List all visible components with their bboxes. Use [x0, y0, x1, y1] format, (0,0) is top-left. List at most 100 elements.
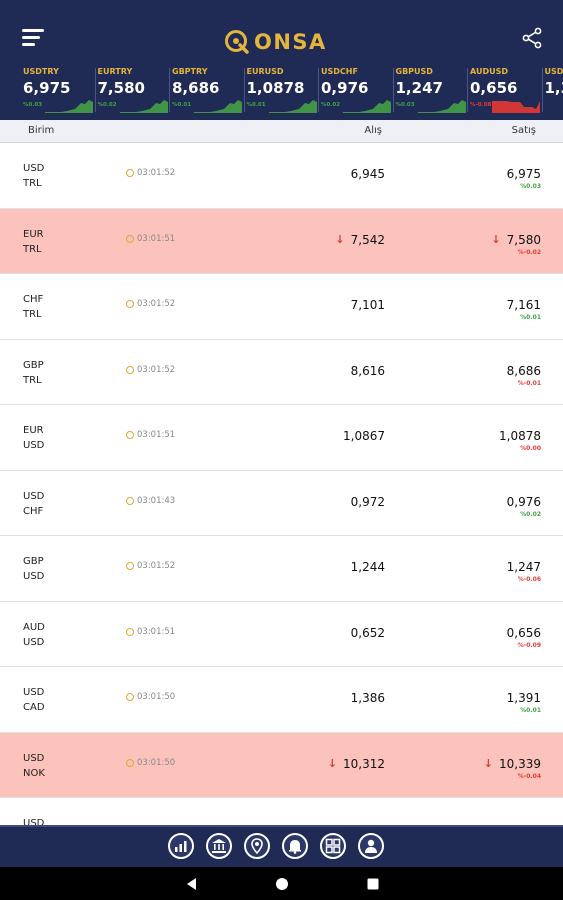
change-percent: %0.01 — [520, 707, 541, 714]
ask-value: ↓ 7,580 — [491, 233, 541, 247]
ticker-item[interactable]: GBPTRY 8,686 %0.01 — [169, 66, 247, 118]
bid-text: 1,244 — [350, 560, 385, 574]
app-header: ONSA USDTRY 6,975 %0.03 EURTRY 7,580 %0.02 GBP… — [0, 0, 563, 120]
ask-text: 8,686 — [506, 363, 541, 378]
location-icon[interactable] — [244, 833, 270, 859]
bid-text: 1,0867 — [343, 429, 385, 443]
bid-text: 0,972 — [350, 494, 385, 509]
ticker-item[interactable]: GBPUSD 1,247 %0.03 — [392, 66, 471, 118]
update-time: 03:01:52 — [126, 365, 175, 375]
change-percent: %0.03 — [520, 183, 541, 190]
bid-text: 1,386 — [350, 691, 385, 705]
back-button[interactable] — [185, 876, 199, 895]
ticker-value: 8,686 — [172, 79, 220, 97]
ticker-divider — [467, 68, 468, 112]
rate-row[interactable]: GBP TRL 03:01:52 8,616 8,686 %-0.01 — [0, 339, 563, 405]
quote-currency: CHF — [23, 505, 44, 517]
ticker-change: %-0.08 — [470, 102, 492, 108]
rate-row[interactable]: USD — [0, 798, 563, 825]
time-label: 03:01:51 — [137, 626, 176, 637]
currency-pair: GBP USD — [23, 554, 44, 584]
ticker-divider — [318, 68, 319, 112]
bid-value: 7,101 — [351, 298, 385, 312]
rate-row[interactable]: EUR USD 03:01:51 1,0867 1,0878 %0.00 — [0, 405, 563, 471]
base-currency: USD — [23, 163, 45, 174]
rate-row[interactable]: USD CHF 03:01:43 0,972 0,976 %0.02 — [0, 470, 563, 536]
ask-value: 6,975 — [507, 167, 541, 181]
rate-row[interactable]: USD TRL 03:01:52 6,945 6,975 %0.03 — [0, 143, 563, 209]
grid-icon[interactable] — [320, 833, 346, 859]
bid-value: 6,945 — [351, 167, 385, 181]
user-icon[interactable] — [358, 833, 384, 859]
time-label: 03:01:43 — [137, 495, 176, 506]
rate-row[interactable]: AUD USD 03:01:51 0,652 0,656 %-0.09 — [0, 601, 563, 667]
bid-value: 1,244 — [351, 560, 385, 574]
ticker-value: 0,656 — [470, 79, 518, 97]
sparkline-chart — [417, 100, 466, 113]
ask-text: 6,975 — [506, 167, 541, 181]
update-time: 03:01:52 — [126, 168, 175, 178]
ticker-value: 0,976 — [321, 79, 369, 97]
change-percent: %0.01 — [520, 314, 541, 321]
update-time: 03:01:43 — [126, 496, 175, 506]
ticker-symbol: GBPTRY — [172, 67, 208, 76]
bank-icon[interactable] — [206, 833, 232, 859]
rates-list[interactable]: USD TRL 03:01:52 6,945 6,975 %0.03 EUR TRL 03:01… — [0, 143, 563, 825]
ticker-symbol: USDCHF — [321, 67, 358, 76]
quote-currency: USD — [23, 440, 45, 451]
rate-row[interactable]: GBP USD 03:01:52 1,244 1,247 %-0.06 — [0, 536, 563, 602]
chart-icon[interactable] — [168, 833, 194, 859]
rate-row[interactable]: CHF TRL 03:01:52 7,101 7,161 %0.01 — [0, 274, 563, 340]
sparkline-chart — [45, 100, 93, 113]
bid-text: 7,101 — [350, 298, 385, 312]
time-label: 03:01:52 — [137, 168, 176, 178]
rate-row[interactable]: USD CAD 03:01:50 1,386 1,391 %0.01 — [0, 667, 563, 733]
ask-text: 1,247 — [506, 560, 541, 574]
base-currency: USD — [23, 490, 45, 502]
clock-icon — [126, 365, 134, 374]
share-icon[interactable] — [520, 26, 544, 50]
ticker-item[interactable]: USDTRY 6,975 %0.03 — [23, 66, 98, 118]
update-time: 03:01:52 — [126, 299, 175, 309]
ticker-divider — [541, 68, 543, 112]
ticker-item[interactable]: EURUSD 1,0878 %0.01 — [243, 66, 322, 118]
base-currency: USD — [23, 752, 45, 764]
base-currency: CHF — [23, 294, 44, 305]
recents-button[interactable] — [366, 876, 380, 895]
clock-icon — [126, 300, 134, 308]
menu-icon[interactable] — [22, 29, 46, 47]
bid-value: 1,0867 — [343, 429, 385, 443]
rate-row[interactable]: EUR TRL 03:01:51 ↓ 7,542 ↓ 7,580 %-0.02 — [0, 208, 563, 274]
ticker-divider — [392, 68, 394, 112]
bottom-nav — [0, 825, 563, 867]
clock-icon — [126, 693, 134, 701]
ticker-item[interactable]: AUDUSD 0,656 %-0.08 — [467, 66, 545, 118]
logo-q-icon — [225, 30, 249, 54]
bid-text: 8,616 — [350, 363, 385, 378]
ticker-divider — [169, 68, 170, 112]
currency-pair: USD CAD — [23, 685, 45, 715]
quote-currency: TRL — [23, 243, 42, 255]
quote-currency: TRL — [23, 309, 42, 320]
ticker-strip[interactable]: USDTRY 6,975 %0.03 EURTRY 7,580 %0.02 GBPTRY 8,… — [0, 66, 563, 118]
base-currency: USD — [23, 687, 45, 698]
ticker-item[interactable]: USDCAD 1,3 — [541, 66, 563, 118]
ticker-change: %0.02 — [321, 102, 341, 108]
update-time: 03:01:50 — [126, 692, 175, 702]
time-label: 03:01:52 — [137, 364, 176, 375]
ticker-item[interactable]: EURTRY 7,580 %0.02 — [94, 66, 173, 118]
ticker-symbol: EURTRY — [97, 67, 133, 76]
bid-value: 1,386 — [351, 691, 385, 705]
home-button[interactable] — [275, 876, 289, 895]
ticker-value: 6,975 — [23, 79, 71, 97]
quote-currency: NOK — [23, 767, 45, 779]
logo-text: ONSA — [254, 30, 327, 54]
sparkline-chart — [119, 100, 168, 113]
time-label: 03:01:51 — [137, 233, 176, 244]
ticker-item[interactable]: USDCHF 0,976 %0.02 — [318, 66, 396, 118]
rate-row[interactable]: USD NOK 03:01:50 ↓ 10,312 ↓ 10,339 %-0.04 — [0, 732, 563, 798]
header-bid: Alış — [364, 125, 382, 136]
bell-icon[interactable] — [282, 833, 308, 859]
time-label: 03:01:52 — [137, 299, 176, 309]
quote-currency: TRL — [23, 374, 42, 386]
